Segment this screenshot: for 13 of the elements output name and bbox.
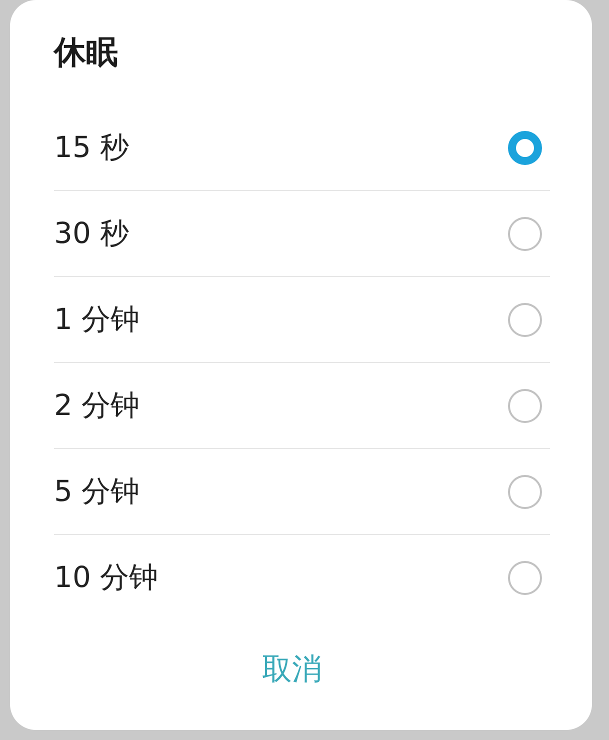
radio-icon[interactable] <box>508 216 542 250</box>
dialog-title: 休眠 <box>54 32 119 73</box>
option-item[interactable]: 30 秒 <box>54 191 550 277</box>
radio-icon[interactable] <box>508 388 542 422</box>
option-item[interactable]: 5 分钟 <box>54 449 550 535</box>
option-item[interactable]: 1 分钟 <box>54 277 550 363</box>
radio-icon[interactable] <box>508 560 542 594</box>
option-item[interactable]: 2 分钟 <box>54 363 550 449</box>
option-item[interactable]: 10 分钟 <box>54 535 550 620</box>
radio-icon[interactable] <box>508 302 542 336</box>
radio-icon[interactable] <box>508 474 542 508</box>
radio-selected-icon[interactable] <box>508 130 542 164</box>
option-item[interactable]: 15 秒 <box>54 105 550 191</box>
